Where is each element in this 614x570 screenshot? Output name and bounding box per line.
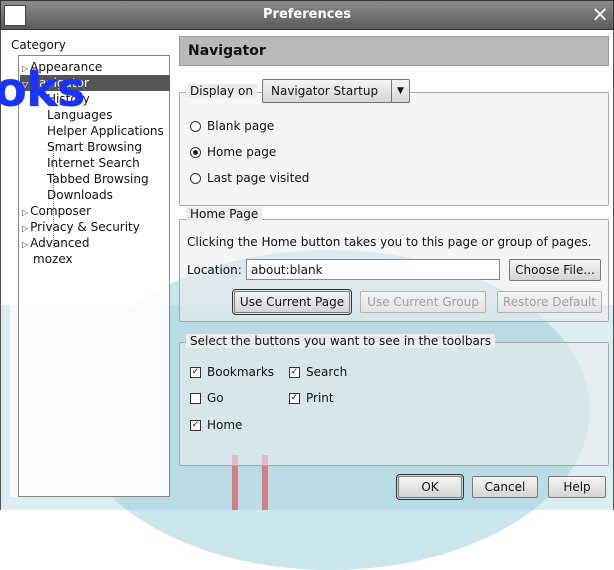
panel-header: Navigator [179,36,609,66]
tree-item-helper-applications[interactable]: Helper Applications [47,124,164,139]
expand-arrow-icon[interactable]: ▷ [22,240,28,249]
location-label: Location: [187,263,242,277]
display-on-selected: Navigator Startup [271,84,379,98]
tree-item-internet-search[interactable]: Internet Search [47,156,140,171]
dropdown-arrow-icon[interactable]: ▼ [391,80,409,102]
toolbar-buttons-legend: Select the buttons you want to see in th… [186,334,495,348]
tree-item-mozex[interactable]: mozex [33,252,73,267]
radio-blank-page[interactable]: Blank page [190,119,274,133]
checkbox-icon[interactable] [190,392,201,404]
use-current-group-button[interactable]: Use Current Group [360,291,486,313]
location-input[interactable] [246,259,500,280]
window-titlebar[interactable]: Preferences × [0,0,614,30]
close-icon[interactable]: × [589,2,611,26]
tree-item-smart-browsing[interactable]: Smart Browsing [47,140,142,155]
home-page-legend: Home Page [186,207,263,221]
checkbox-checked-icon[interactable]: ✓ [289,366,300,378]
expand-arrow-icon[interactable]: ▷ [22,224,28,233]
tree-item-composer[interactable]: ▷ Composer [22,204,91,220]
cancel-button[interactable]: Cancel [472,476,538,498]
choose-file-button[interactable]: Choose File... [509,259,601,281]
checkbox-go[interactable]: Go [190,391,224,405]
display-on-dropdown[interactable]: Navigator Startup ▼ [262,79,410,103]
category-tree[interactable]: ▷ Appearance ▽ Navigator History Languages… [18,55,170,497]
checkbox-checked-icon[interactable]: ✓ [289,392,300,404]
radio-icon[interactable] [190,172,201,184]
home-page-description: Clicking the Home button takes you to th… [187,235,592,249]
checkbox-bookmarks[interactable]: ✓ Bookmarks [190,365,274,379]
checkbox-checked-icon[interactable]: ✓ [190,366,201,378]
checkbox-checked-icon[interactable]: ✓ [190,419,201,431]
checkbox-home[interactable]: ✓ Home [190,418,242,432]
display-on-label: Display on [186,84,257,98]
radio-home-page[interactable]: Home page [190,145,276,159]
ok-button[interactable]: OK [396,474,464,500]
tree-item-advanced[interactable]: ▷ Advanced [22,236,89,252]
radio-selected-icon[interactable] [190,146,201,158]
category-label: Category [11,38,66,52]
tree-item-downloads[interactable]: Downloads [47,188,113,203]
window-title: Preferences [263,7,351,22]
expand-arrow-icon[interactable]: ▷ [22,208,28,217]
help-button[interactable]: Help [548,476,606,498]
radio-last-page-visited[interactable]: Last page visited [190,171,309,185]
toolbar-buttons-group [179,342,609,466]
checkbox-print[interactable]: ✓ Print [289,391,334,405]
restore-default-button[interactable]: Restore Default [497,291,602,313]
use-current-page-button[interactable]: Use Current Page [232,289,352,315]
radio-icon[interactable] [190,120,201,132]
tree-item-privacy-security[interactable]: ▷ Privacy & Security [22,220,140,236]
checkbox-search[interactable]: ✓ Search [289,365,347,379]
tree-item-tabbed-browsing[interactable]: Tabbed Browsing [47,172,149,187]
watermark-overlay: oks [0,62,85,118]
